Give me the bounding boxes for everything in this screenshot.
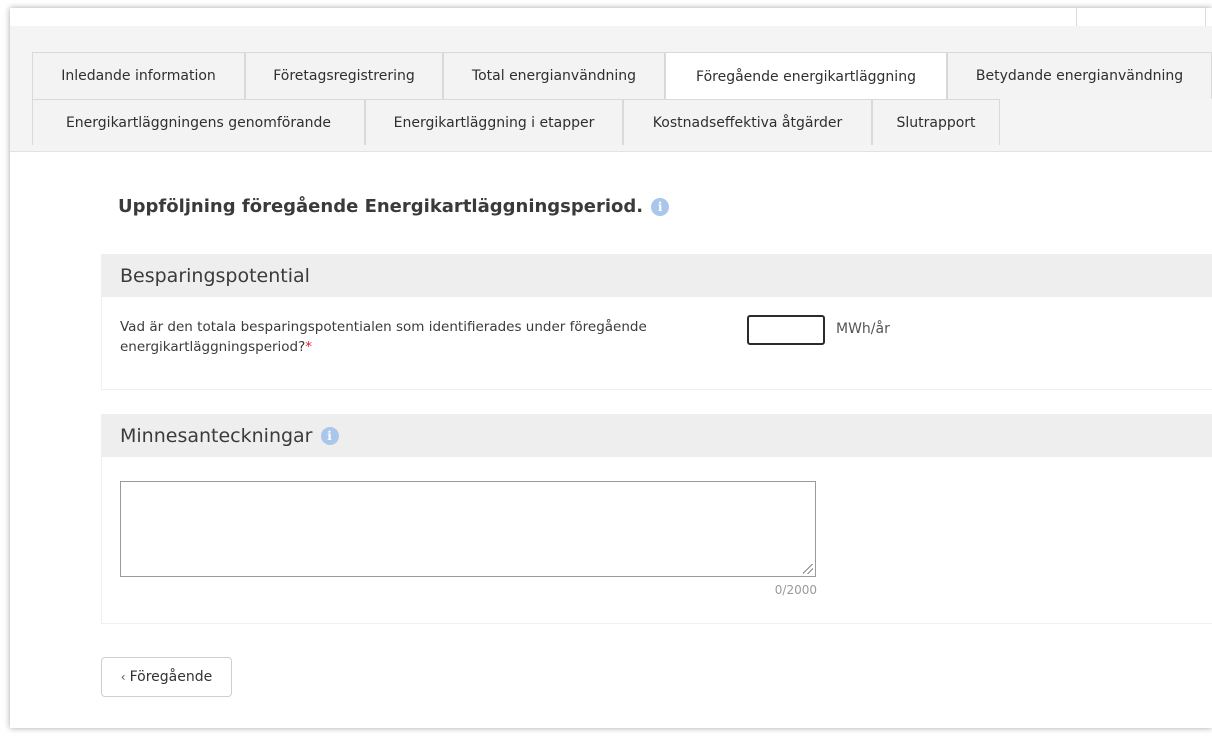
chevron-left-icon: ‹ [120,670,126,684]
page-title-text: Uppföljning föregående Energikartläggnin… [118,196,644,217]
required-marker: * [305,339,313,355]
savings-question: Vad är den totala besparingspotentialen … [120,317,680,357]
tab-kostnadseffektiva-atgarder[interactable]: Kostnadseffektiva åtgärder [623,99,872,145]
info-icon[interactable]: i [320,427,339,445]
tab-label: Slutrapport [896,114,976,131]
page-title: Uppföljning föregående Energikartläggnin… [118,196,670,217]
main-content: Uppföljning föregående Energikartläggnin… [10,152,1212,728]
previous-button[interactable]: ‹ Föregående [101,657,232,697]
savings-potential-input[interactable] [747,315,825,345]
savings-section-header: Besparingspotential [102,255,1212,297]
info-icon[interactable]: i [651,197,670,216]
tab-label: Total energianvändning [471,68,637,84]
tab-label: Kostnadseffektiva åtgärder [652,114,843,131]
savings-potential-field[interactable] [749,317,823,343]
tab-label: Företagsregistrering [273,68,415,84]
notes-textarea[interactable] [121,482,815,576]
tab-foregaende-energikartlaggning[interactable]: Föregående energikartläggning [665,52,947,100]
tab-slutrapport[interactable]: Slutrapport [872,99,1000,145]
tab-betydande-energianvandning[interactable]: Betydande energianvändning [947,52,1212,99]
app-frame: Inledande information Företagsregistreri… [10,8,1212,728]
tab-foretagsregistrering[interactable]: Företagsregistrering [245,52,443,99]
question-text: Vad är den totala besparingspotentialen … [120,319,647,355]
notes-textarea-wrapper[interactable] [120,481,816,577]
tab-label: Energikartläggningens genomförande [65,114,332,131]
unit-label: MWh/år [836,321,890,337]
savings-section: Besparingspotential Vad är den totala be… [101,254,1212,390]
notes-section: Minnesanteckningar i 0/2000 [101,414,1212,624]
tab-label: Föregående energikartläggning [696,68,916,85]
tab-total-energianvandning[interactable]: Total energianvändning [443,52,665,99]
tab-label: Energikartläggning i etapper [393,114,595,131]
section-title: Besparingspotential [120,265,310,287]
tab-label: Inledande information [61,68,216,84]
tab-inledande-information[interactable]: Inledande information [32,52,245,99]
tab-label: Betydande energianvändning [975,68,1184,84]
resize-grip-icon[interactable] [803,564,813,574]
tab-energikartlaggning-i-etapper[interactable]: Energikartläggning i etapper [365,99,623,145]
tab-bar: Inledande information Företagsregistreri… [10,26,1212,152]
previous-button-label: Föregående [129,669,213,685]
section-title: Minnesanteckningar [120,425,313,447]
notes-section-header: Minnesanteckningar i [102,415,1212,457]
tab-energikartlaggningens-genomforande[interactable]: Energikartläggningens genomförande [32,99,365,145]
character-counter: 0/2000 [774,583,817,597]
